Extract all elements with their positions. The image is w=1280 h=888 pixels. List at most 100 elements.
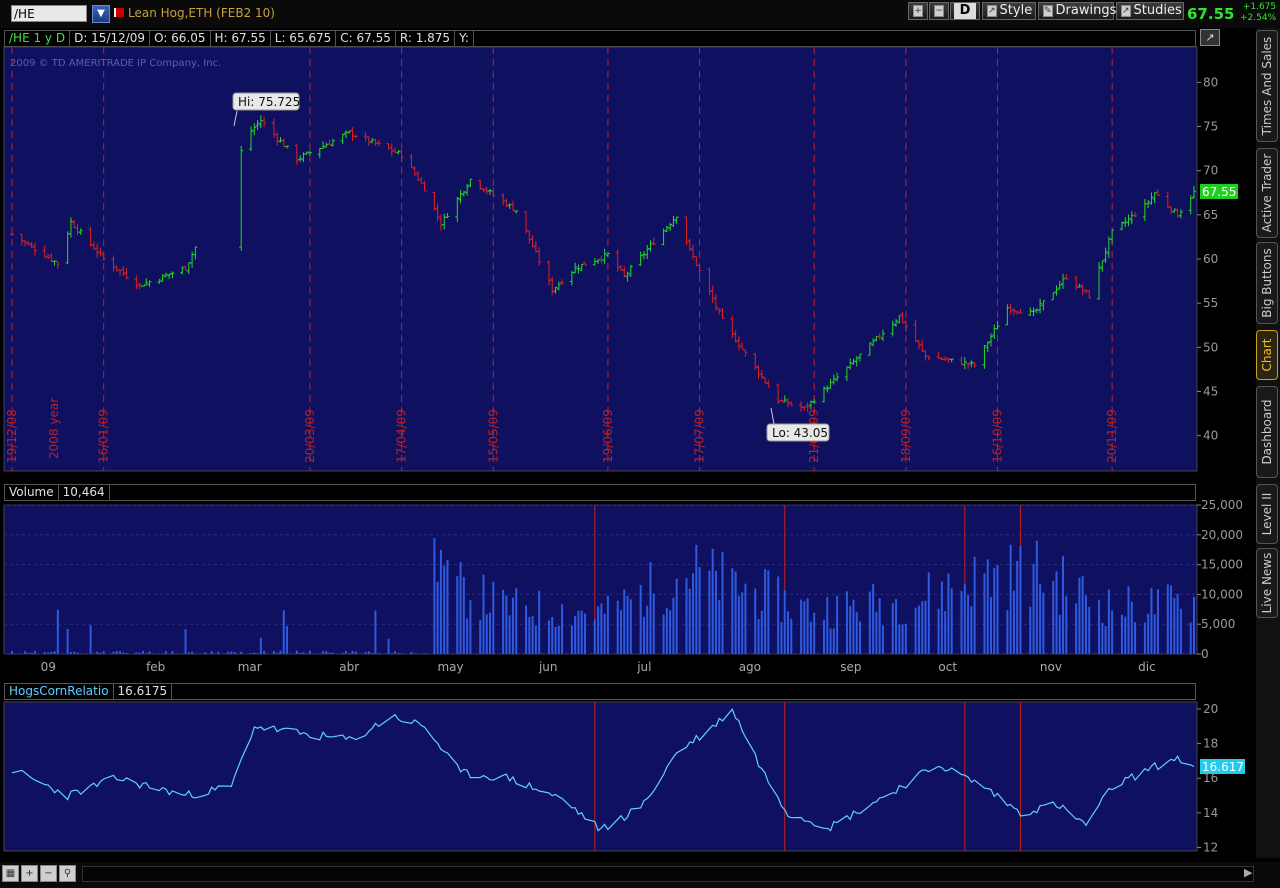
volume-bar bbox=[737, 595, 740, 654]
side-tab-active-trader[interactable]: Active Trader bbox=[1256, 148, 1278, 238]
volume-bar bbox=[492, 581, 495, 654]
volume-bar bbox=[836, 595, 839, 654]
volume-bar bbox=[482, 574, 485, 654]
volume-bar bbox=[43, 652, 46, 654]
volume-bar bbox=[685, 578, 688, 654]
ratio-value-badge: 16.617 bbox=[1200, 759, 1245, 774]
volume-bar bbox=[832, 628, 835, 654]
volume-bar bbox=[286, 626, 289, 654]
date-marker-label: 20/11/09 bbox=[1105, 409, 1119, 463]
volume-bar bbox=[757, 619, 760, 654]
month-axis: 09 feb mar abr may jun jul ago sep oct nov dic bbox=[41, 660, 1156, 674]
volume-bar bbox=[371, 652, 374, 654]
volume-bar bbox=[508, 615, 511, 654]
last-price-badge: 67.55 bbox=[1200, 184, 1238, 199]
volume-bar bbox=[397, 653, 400, 654]
volume-bar bbox=[295, 650, 298, 654]
volume-bar bbox=[993, 568, 996, 654]
month-label: ago bbox=[739, 660, 761, 674]
volume-bar bbox=[895, 599, 898, 654]
volume-bar bbox=[688, 588, 691, 654]
side-tab-times-and-sales[interactable]: Times And Sales bbox=[1256, 30, 1278, 142]
volume-bar bbox=[1078, 577, 1081, 654]
volume-bar bbox=[1173, 597, 1176, 654]
volume-bar bbox=[1055, 571, 1058, 654]
side-tab-big-buttons[interactable]: Big Buttons bbox=[1256, 242, 1278, 324]
volume-bar bbox=[652, 593, 655, 654]
zoom-out-icon[interactable]: − bbox=[40, 865, 57, 882]
volume-bar bbox=[606, 595, 609, 654]
volume-bar bbox=[538, 590, 541, 654]
volume-bar bbox=[138, 652, 141, 654]
volume-bar bbox=[145, 653, 148, 654]
volume-bar bbox=[433, 538, 436, 654]
volume-bar bbox=[210, 651, 213, 654]
volume-value: 10,464 bbox=[59, 485, 110, 500]
volume-bar bbox=[322, 651, 325, 654]
volume-bar bbox=[1150, 588, 1153, 654]
side-tab-label: Big Buttons bbox=[1260, 248, 1274, 318]
volume-bar bbox=[986, 559, 989, 654]
volume-bar bbox=[927, 572, 930, 654]
volume-bar bbox=[141, 650, 144, 654]
volume-bar bbox=[364, 652, 367, 654]
volume-bar bbox=[600, 603, 603, 654]
volume-bar bbox=[374, 610, 377, 654]
volume-bar bbox=[1193, 597, 1195, 654]
month-label: nov bbox=[1040, 660, 1062, 674]
side-tab-level-ii[interactable]: Level II bbox=[1256, 484, 1278, 544]
volume-bar bbox=[1009, 544, 1012, 654]
volume-bar bbox=[708, 570, 711, 654]
volume-bar bbox=[367, 651, 370, 654]
side-tab-chart[interactable]: Chart bbox=[1256, 330, 1278, 380]
volume-bar bbox=[790, 618, 793, 654]
horizontal-scrollbar[interactable] bbox=[82, 866, 1254, 882]
volume-bar bbox=[891, 603, 894, 654]
volume-bar bbox=[623, 589, 626, 654]
volume-label[interactable]: Volume bbox=[5, 485, 59, 500]
volume-tick-label: 0 bbox=[1201, 647, 1209, 661]
side-tab-dashboard[interactable]: Dashboard bbox=[1256, 386, 1278, 478]
volume-bar bbox=[272, 650, 275, 654]
side-tab-live-news[interactable]: Live News bbox=[1256, 548, 1278, 618]
volume-bar bbox=[695, 544, 698, 654]
volume-bar bbox=[570, 625, 573, 654]
volume-bar bbox=[50, 651, 53, 654]
volume-bar bbox=[96, 651, 99, 654]
volume-bar bbox=[944, 611, 947, 654]
grid-layout-icon[interactable]: ▦ bbox=[2, 865, 19, 882]
magnifier-icon[interactable]: ⚲ bbox=[59, 865, 76, 882]
volume-bar bbox=[119, 651, 122, 654]
volume-bar bbox=[11, 650, 13, 654]
date-marker-label: 16/01/09 bbox=[97, 409, 111, 463]
price-tick-label: 75 bbox=[1203, 120, 1218, 134]
volume-bar bbox=[855, 612, 858, 654]
volume-bar bbox=[76, 652, 79, 654]
volume-bar bbox=[502, 589, 505, 654]
volume-bar bbox=[1189, 622, 1192, 654]
volume-bar bbox=[597, 606, 600, 654]
price-panel[interactable] bbox=[3, 46, 1198, 472]
volume-bar bbox=[626, 595, 629, 654]
volume-bar bbox=[250, 652, 253, 654]
volume-bar bbox=[1170, 585, 1173, 654]
volume-bar bbox=[325, 651, 328, 654]
volume-bar bbox=[714, 570, 717, 654]
zoom-in-icon[interactable]: + bbox=[21, 865, 38, 882]
volume-bar bbox=[276, 652, 279, 654]
volume-bar bbox=[279, 650, 282, 654]
volume-bar bbox=[164, 651, 167, 654]
volume-bar bbox=[1104, 626, 1107, 654]
ratio-badge-text: 16.617 bbox=[1202, 760, 1244, 774]
volume-bar bbox=[446, 559, 449, 654]
study-label[interactable]: HogsCornRelatio bbox=[5, 684, 114, 699]
volume-bar bbox=[760, 610, 763, 654]
volume-bar bbox=[583, 613, 586, 654]
volume-tick-label: 10,000 bbox=[1201, 587, 1243, 601]
volume-bar bbox=[1012, 590, 1015, 654]
volume-bar bbox=[989, 596, 992, 654]
scroll-right-icon[interactable]: ▶ bbox=[1244, 866, 1252, 879]
volume-bar bbox=[24, 651, 27, 654]
side-tab-label: Level II bbox=[1260, 492, 1274, 536]
month-label: abr bbox=[339, 660, 359, 674]
